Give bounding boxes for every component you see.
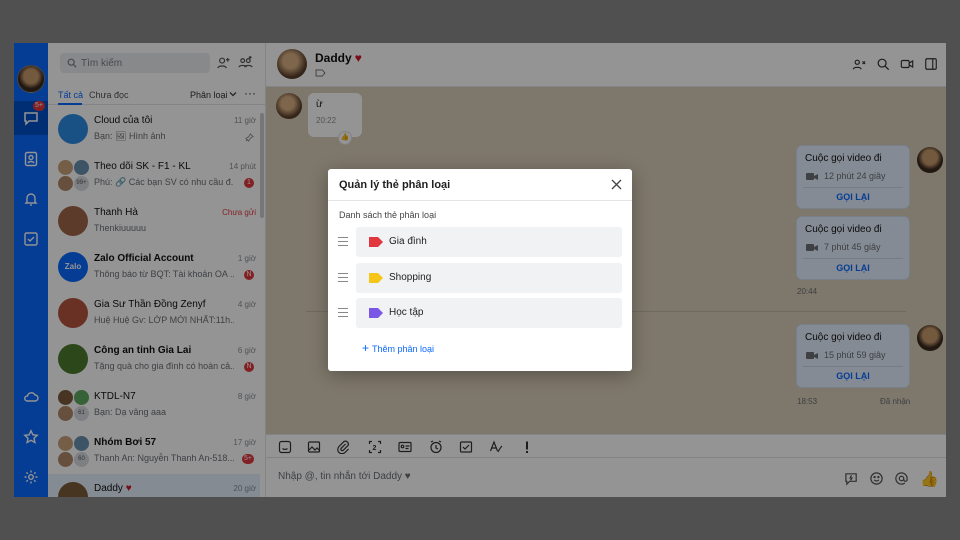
add-tag-label: Thêm phân loại	[372, 344, 435, 354]
tag-list-heading: Danh sách thẻ phân loại	[339, 210, 437, 220]
drag-handle-icon[interactable]	[338, 308, 348, 317]
tag-label: Gia đình	[389, 236, 427, 247]
tag-color-icon	[369, 272, 383, 283]
drag-handle-icon[interactable]	[338, 272, 348, 282]
tag-row[interactable]: Học tập	[338, 298, 624, 328]
tag-item[interactable]: Gia đình	[356, 227, 622, 257]
tag-label: Shopping	[389, 271, 432, 283]
tag-label: Học tập	[389, 307, 424, 318]
dialog-title: Quản lý thẻ phân loại	[339, 179, 451, 191]
plus-icon: +	[362, 341, 370, 355]
tag-item[interactable]: Học tập	[356, 298, 622, 328]
divider	[328, 200, 632, 201]
tag-color-icon	[369, 308, 383, 318]
tag-manager-dialog: Quản lý thẻ phân loại Danh sách thẻ phân…	[328, 169, 632, 371]
tag-color-icon	[369, 237, 383, 247]
tag-item[interactable]: Shopping	[356, 262, 622, 293]
add-tag-button[interactable]: + Thêm phân loại	[362, 341, 434, 355]
close-button[interactable]	[610, 178, 623, 191]
tag-row[interactable]: Gia đình	[338, 227, 624, 257]
close-icon	[611, 179, 622, 190]
drag-handle-icon[interactable]	[338, 237, 348, 246]
tag-row[interactable]: Shopping	[338, 262, 624, 293]
